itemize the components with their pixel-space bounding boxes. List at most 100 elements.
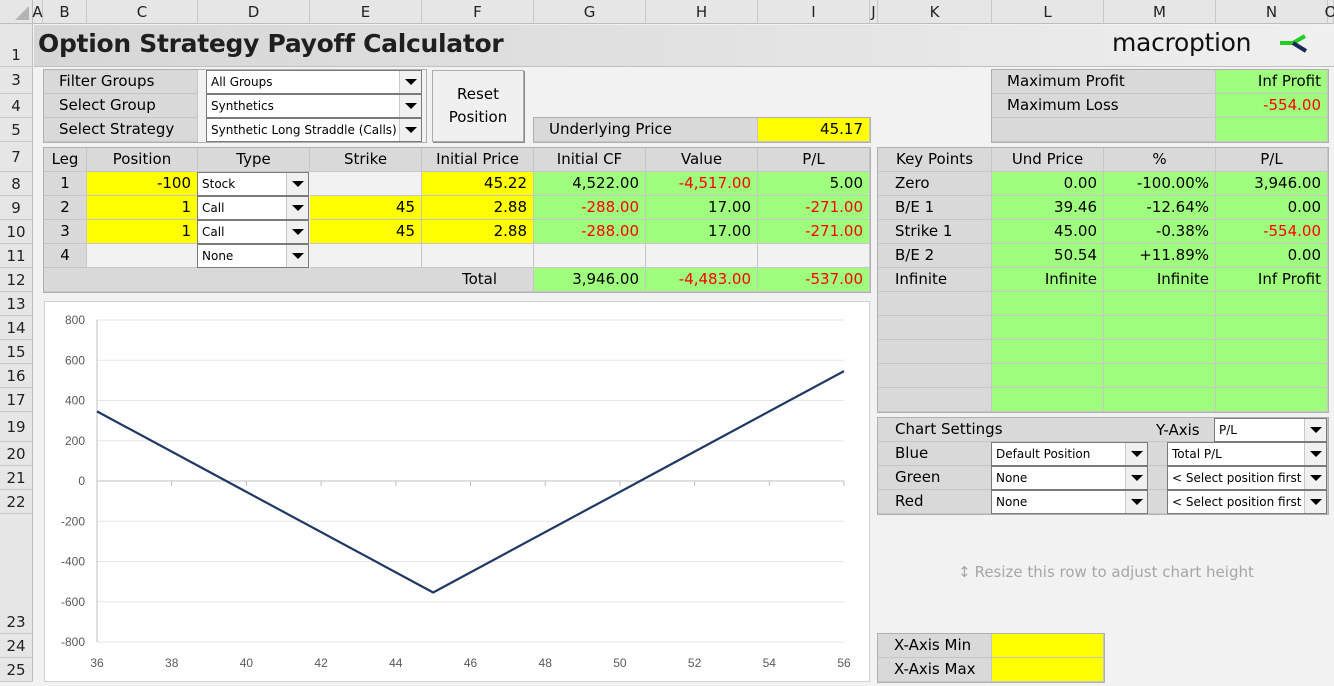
key-point-name [878, 292, 992, 316]
total-initial-cf: 3,946.00 [534, 268, 646, 292]
select-strategy-dropdown[interactable]: Synthetic Long Straddle (Calls) [206, 118, 422, 142]
x-axis-min-input[interactable] [992, 634, 1104, 658]
leg-number: 2 [44, 196, 87, 220]
type-dropdown[interactable]: Stock [197, 172, 309, 196]
strike-input[interactable] [310, 244, 422, 268]
key-point-und-price [992, 292, 1104, 316]
chevron-down-icon[interactable] [286, 245, 308, 267]
key-point-und-price: Infinite [992, 268, 1104, 292]
green-series-dropdown[interactable]: < Select position first [1167, 466, 1327, 490]
initial-price-input[interactable]: 2.88 [422, 196, 534, 220]
initial-price-input[interactable]: 2.88 [422, 220, 534, 244]
reset-position-button[interactable]: Reset Position [432, 70, 524, 142]
column-header[interactable]: B [43, 0, 87, 24]
column-header[interactable]: J [870, 0, 878, 24]
chevron-down-icon[interactable] [1304, 419, 1326, 441]
column-header[interactable]: A [32, 0, 43, 24]
key-point-pl: 3,946.00 [1216, 172, 1328, 196]
blue-series-dropdown[interactable]: Total P/L [1167, 442, 1327, 466]
select-all-corner[interactable] [0, 0, 33, 24]
type-value: Stock [202, 177, 236, 191]
row-header[interactable]: 24 [0, 634, 33, 658]
underlying-price-input[interactable]: 45.17 [758, 118, 870, 142]
row-header[interactable]: 12 [0, 268, 33, 292]
column-header[interactable]: D [198, 0, 310, 24]
row-header[interactable]: 15 [0, 340, 33, 364]
row-header[interactable]: 16 [0, 364, 33, 388]
chevron-down-icon[interactable] [286, 173, 308, 195]
leg-number: 4 [44, 244, 87, 268]
select-group-dropdown[interactable]: Synthetics [206, 94, 422, 118]
row-header[interactable]: 19 [0, 412, 33, 442]
green-position-dropdown[interactable]: None [991, 466, 1148, 490]
type-value: Call [202, 201, 225, 215]
position-input[interactable]: -100 [87, 172, 198, 196]
strike-input[interactable]: 45 [310, 220, 422, 244]
chevron-down-icon[interactable] [1304, 467, 1326, 489]
column-header[interactable]: I [758, 0, 870, 24]
column-header[interactable]: K [878, 0, 992, 24]
chevron-down-icon[interactable] [399, 119, 421, 141]
row-header[interactable]: 5 [0, 118, 33, 142]
chevron-down-icon[interactable] [1125, 467, 1147, 489]
chevron-down-icon[interactable] [286, 221, 308, 243]
row-header[interactable]: 3 [0, 67, 33, 94]
column-header[interactable]: H [646, 0, 758, 24]
row-header[interactable]: 4 [0, 94, 33, 118]
strike-input[interactable]: 45 [310, 196, 422, 220]
row-header[interactable]: 14 [0, 316, 33, 340]
row-header[interactable]: 25 [0, 658, 33, 682]
chevron-down-icon[interactable] [1304, 443, 1326, 465]
blue-label: Blue [878, 442, 992, 466]
row-header[interactable]: 21 [0, 466, 33, 490]
column-header[interactable]: O [1325, 0, 1334, 24]
column-header[interactable]: L [992, 0, 1104, 24]
x-tick-label: 36 [90, 656, 104, 670]
row-header[interactable]: 17 [0, 388, 33, 412]
column-header[interactable]: N [1216, 0, 1328, 24]
payoff-chart-svg: 800 600 400 200 0 -200 -400 -600 -800 36 38 40 42 44 4… [61, 313, 851, 670]
red-label: Red [878, 490, 992, 514]
row-header[interactable]: 11 [0, 244, 33, 268]
row-header[interactable]: 20 [0, 442, 33, 466]
type-dropdown[interactable]: None [197, 244, 309, 268]
chevron-down-icon[interactable] [399, 95, 421, 117]
position-input[interactable]: 1 [87, 220, 198, 244]
strike-input[interactable] [310, 172, 422, 196]
type-dropdown[interactable]: Call [197, 196, 309, 220]
y-axis-dropdown[interactable]: P/L [1214, 418, 1327, 442]
initial-cf-value: 4,522.00 [534, 172, 646, 196]
chevron-down-icon[interactable] [399, 71, 421, 93]
initial-price-input[interactable]: 45.22 [422, 172, 534, 196]
chevron-down-icon[interactable] [1304, 491, 1326, 513]
type-dropdown[interactable]: Call [197, 220, 309, 244]
position-input[interactable]: 1 [87, 196, 198, 220]
blue-position-dropdown[interactable]: Default Position [991, 442, 1148, 466]
filter-groups-dropdown[interactable]: All Groups [206, 70, 422, 94]
column-header[interactable]: F [422, 0, 534, 24]
row-header[interactable]: 23 [0, 514, 33, 634]
column-header[interactable]: C [87, 0, 198, 24]
column-header[interactable]: G [534, 0, 646, 24]
chevron-down-icon[interactable] [1125, 443, 1147, 465]
x-axis-max-input[interactable] [992, 658, 1104, 682]
initial-price-input[interactable] [422, 244, 534, 268]
column-header[interactable]: M [1104, 0, 1216, 24]
row-header[interactable]: 7 [0, 142, 33, 172]
pl-value: -271.00 [758, 196, 870, 220]
row-header[interactable]: 8 [0, 172, 33, 196]
value-value: 17.00 [646, 196, 758, 220]
chevron-down-icon[interactable] [1125, 491, 1147, 513]
row-header[interactable]: 22 [0, 490, 33, 514]
red-position-dropdown[interactable]: None [991, 490, 1148, 514]
column-header[interactable]: E [310, 0, 422, 24]
row-header[interactable]: 10 [0, 220, 33, 244]
row-header[interactable]: 1 [0, 24, 33, 67]
position-input[interactable] [87, 244, 198, 268]
y-tick-label: 800 [65, 313, 85, 327]
red-series-dropdown[interactable]: < Select position first [1167, 490, 1327, 514]
chevron-down-icon[interactable] [286, 197, 308, 219]
row-header[interactable]: 9 [0, 196, 33, 220]
row-header[interactable]: 13 [0, 292, 33, 316]
payoff-chart[interactable]: 800 600 400 200 0 -200 -400 -600 -800 36 38 40 42 44 4… [44, 301, 870, 682]
